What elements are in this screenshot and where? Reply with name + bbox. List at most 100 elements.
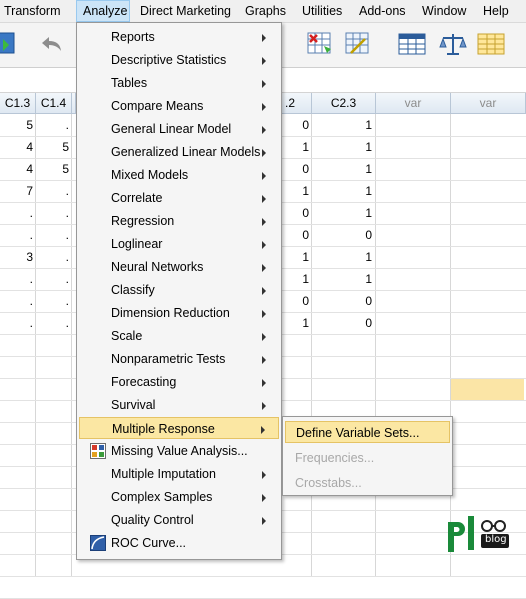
data-cell[interactable]: 4 bbox=[0, 136, 33, 158]
column-header[interactable]: C1.3 bbox=[0, 93, 36, 114]
menu-item-label: Complex Samples bbox=[111, 490, 213, 504]
data-cell[interactable]: . bbox=[36, 180, 69, 202]
menu-item-mixed-models[interactable]: Mixed Models bbox=[79, 164, 279, 186]
submenu-arrow-icon bbox=[262, 287, 266, 295]
menu-item-forecasting[interactable]: Forecasting bbox=[79, 371, 279, 393]
menu-item-descriptive-statistics[interactable]: Descriptive Statistics bbox=[79, 49, 279, 71]
menu-item-complex-samples[interactable]: Complex Samples bbox=[79, 486, 279, 508]
menu-item-generalized-linear-models[interactable]: Generalized Linear Models bbox=[79, 141, 279, 163]
data-cell[interactable]: . bbox=[0, 312, 33, 334]
menu-item-correlate[interactable]: Correlate bbox=[79, 187, 279, 209]
data-cell[interactable]: 5 bbox=[36, 136, 69, 158]
submenu-arrow-icon bbox=[262, 517, 266, 525]
submenu-arrow-icon bbox=[262, 103, 266, 111]
data-cell[interactable]: 1 bbox=[312, 202, 372, 224]
data-cell[interactable]: . bbox=[36, 290, 69, 312]
menu-utilities[interactable]: Utilities bbox=[302, 0, 342, 22]
submenu-arrow-icon bbox=[262, 149, 266, 157]
data-cell[interactable]: . bbox=[0, 202, 33, 224]
data-cell[interactable]: 0 bbox=[282, 224, 309, 246]
column-header[interactable]: C1.4 bbox=[36, 93, 72, 114]
menu-item-label: ROC Curve... bbox=[111, 536, 187, 550]
column-header[interactable]: var bbox=[451, 93, 526, 114]
data-cell[interactable]: 1 bbox=[282, 180, 309, 202]
menu-transform[interactable]: Transform bbox=[4, 0, 61, 22]
data-cell[interactable]: 1 bbox=[312, 114, 372, 136]
menu-item-regression[interactable]: Regression bbox=[79, 210, 279, 232]
data-cell[interactable]: 5 bbox=[0, 114, 33, 136]
data-cell[interactable]: . bbox=[36, 202, 69, 224]
menu-item-scale[interactable]: Scale bbox=[79, 325, 279, 347]
data-cell[interactable]: . bbox=[36, 114, 69, 136]
submenu-arrow-icon bbox=[262, 310, 266, 318]
menu-analyze[interactable]: Analyze bbox=[76, 0, 130, 22]
analyze-menu: Reports Descriptive Statistics Tables Compa… bbox=[76, 22, 282, 560]
data-cell[interactable]: 0 bbox=[282, 114, 309, 136]
menu-add-ons[interactable]: Add-ons bbox=[359, 0, 406, 22]
menu-item-missing-value-analysis[interactable]: Missing Value Analysis... bbox=[79, 440, 279, 462]
data-cell[interactable]: 1 bbox=[312, 180, 372, 202]
data-cell[interactable]: . bbox=[0, 268, 33, 290]
column-header[interactable]: var bbox=[376, 93, 451, 114]
menu-item-label: Dimension Reduction bbox=[111, 306, 230, 320]
menu-item-label: Reports bbox=[111, 30, 155, 44]
submenu-arrow-icon bbox=[262, 241, 266, 249]
data-cell[interactable]: . bbox=[0, 224, 33, 246]
menu-item-quality-control[interactable]: Quality Control bbox=[79, 509, 279, 531]
data-cell[interactable]: 1 bbox=[282, 268, 309, 290]
data-cell[interactable]: 0 bbox=[282, 158, 309, 180]
menu-item-neural-networks[interactable]: Neural Networks bbox=[79, 256, 279, 278]
column-header[interactable]: C2.3 bbox=[312, 93, 376, 114]
menu-item-roc-curve[interactable]: ROC Curve... bbox=[79, 532, 279, 554]
data-cell[interactable]: 1 bbox=[312, 268, 372, 290]
define-variable-sets-item[interactable]: Define Variable Sets... bbox=[285, 421, 450, 443]
menu-item-label: Multiple Response bbox=[112, 422, 215, 436]
data-cell[interactable]: 5 bbox=[36, 158, 69, 180]
data-cell[interactable]: 0 bbox=[312, 290, 372, 312]
data-cell[interactable]: 4 bbox=[0, 158, 33, 180]
menu-item-loglinear[interactable]: Loglinear bbox=[79, 233, 279, 255]
data-cell[interactable]: . bbox=[36, 246, 69, 268]
import-data-icon[interactable] bbox=[0, 29, 30, 59]
data-cell[interactable]: 0 bbox=[282, 290, 309, 312]
data-cell[interactable]: . bbox=[36, 224, 69, 246]
selected-cell[interactable] bbox=[451, 379, 524, 400]
insert-cases-icon[interactable] bbox=[397, 29, 427, 59]
menu-item-compare-means[interactable]: Compare Means bbox=[79, 95, 279, 117]
data-cell[interactable]: 3 bbox=[0, 246, 33, 268]
menu-item-general-linear-model[interactable]: General Linear Model bbox=[79, 118, 279, 140]
data-cell[interactable]: . bbox=[36, 268, 69, 290]
data-cell[interactable]: 1 bbox=[282, 312, 309, 334]
menu-item-reports[interactable]: Reports bbox=[79, 26, 279, 48]
menu-graphs[interactable]: Graphs bbox=[245, 0, 286, 22]
data-cell[interactable]: . bbox=[0, 290, 33, 312]
data-cell[interactable]: . bbox=[36, 312, 69, 334]
menu-item-multiple-imputation[interactable]: Multiple Imputation bbox=[79, 463, 279, 485]
value-labels-icon[interactable] bbox=[343, 29, 373, 59]
menu-item-dimension-reduction[interactable]: Dimension Reduction bbox=[79, 302, 279, 324]
split-file-icon[interactable] bbox=[476, 29, 506, 59]
weight-cases-icon[interactable] bbox=[438, 29, 468, 59]
menu-window[interactable]: Window bbox=[422, 0, 466, 22]
menu-item-label: Scale bbox=[111, 329, 143, 343]
menu-help[interactable]: Help bbox=[483, 0, 509, 22]
data-cell[interactable]: 1 bbox=[312, 246, 372, 268]
menu-item-nonparametric-tests[interactable]: Nonparametric Tests bbox=[79, 348, 279, 370]
menu-item-label: Survival bbox=[111, 398, 156, 412]
menu-item-tables[interactable]: Tables bbox=[79, 72, 279, 94]
menu-item-classify[interactable]: Classify bbox=[79, 279, 279, 301]
data-cell[interactable]: 0 bbox=[282, 202, 309, 224]
data-cell[interactable]: 1 bbox=[282, 136, 309, 158]
data-cell[interactable]: 0 bbox=[312, 224, 372, 246]
menu-direct-marketing[interactable]: Direct Marketing bbox=[140, 0, 231, 22]
data-cell[interactable]: 1 bbox=[282, 246, 309, 268]
data-cell[interactable]: 1 bbox=[312, 158, 372, 180]
menu-item-survival[interactable]: Survival bbox=[79, 394, 279, 416]
select-cases-icon[interactable] bbox=[305, 29, 335, 59]
column-header[interactable]: .2 bbox=[282, 93, 312, 114]
menu-item-multiple-response[interactable]: Multiple Response bbox=[79, 417, 279, 439]
data-cell[interactable]: 1 bbox=[312, 136, 372, 158]
data-cell[interactable]: 0 bbox=[312, 312, 372, 334]
undo-icon[interactable] bbox=[36, 29, 66, 59]
data-cell[interactable]: 7 bbox=[0, 180, 33, 202]
